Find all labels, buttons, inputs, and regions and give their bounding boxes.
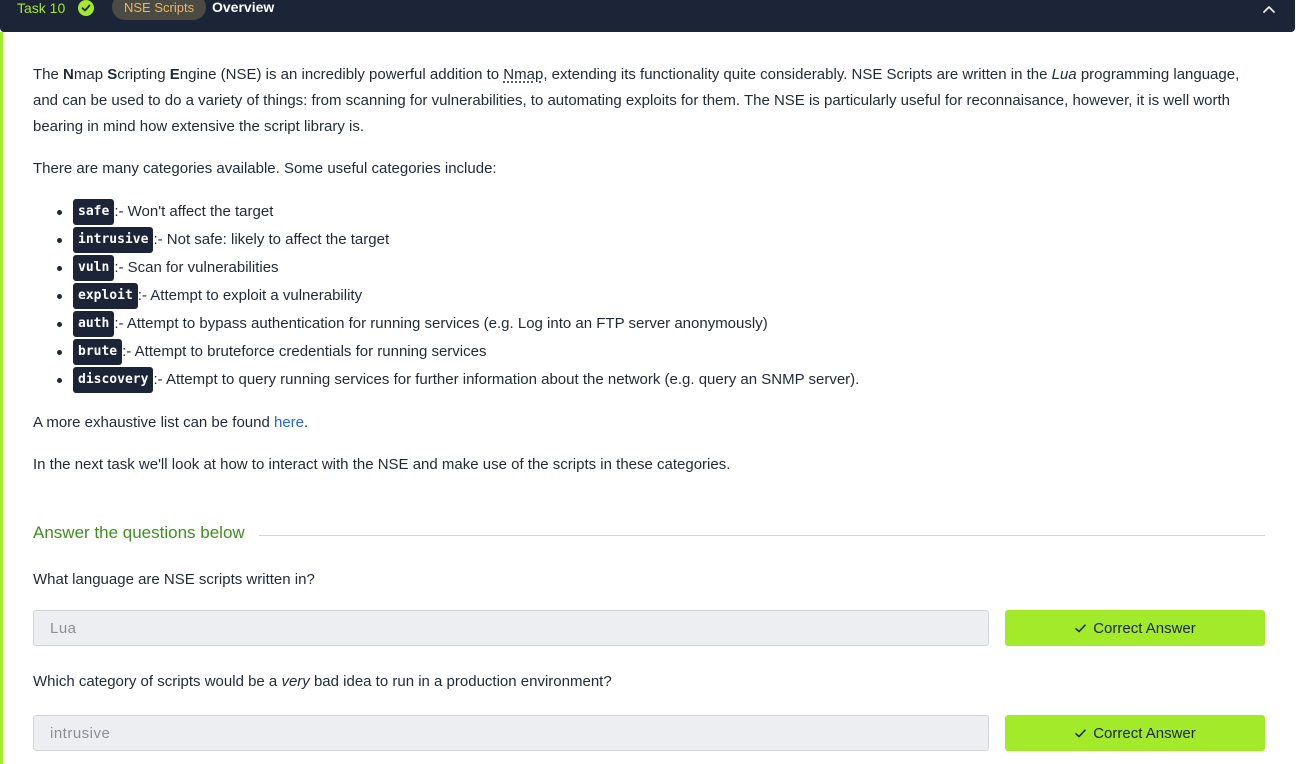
text-segment: A more exhaustive list can be found bbox=[33, 414, 274, 431]
category-code: brute bbox=[73, 339, 123, 365]
list-item: intrusive:- Not safe: likely to affect t… bbox=[33, 226, 1265, 254]
text-segment: map bbox=[73, 66, 108, 83]
answer-2-field[interactable]: intrusive bbox=[33, 715, 989, 751]
category-code: exploit bbox=[73, 283, 138, 309]
text-segment: bad idea to run in a production environm… bbox=[309, 673, 612, 690]
text-segment: ngine (NSE) is an incredibly powerful ad… bbox=[179, 66, 504, 83]
category-desc: :- Attempt to bruteforce credentials for… bbox=[122, 343, 487, 360]
check-icon bbox=[1075, 623, 1086, 632]
check-circle-icon bbox=[78, 0, 94, 16]
button-label: Correct Answer bbox=[1093, 619, 1196, 637]
category-desc: :- Not safe: likely to affect the target bbox=[153, 231, 390, 248]
task-header[interactable]: Task 10 NSE Scripts Overview bbox=[0, 0, 1295, 32]
category-code: intrusive bbox=[73, 227, 154, 253]
task-tag: NSE Scripts bbox=[112, 0, 207, 20]
category-code: safe bbox=[73, 199, 115, 225]
bold-letter: E bbox=[169, 66, 180, 83]
list-item: discovery:- Attempt to query running ser… bbox=[33, 366, 1265, 394]
button-label: Correct Answer bbox=[1093, 724, 1196, 742]
list-item: brute:- Attempt to bruteforce credential… bbox=[33, 338, 1265, 366]
category-list: safe:- Won't affect the target intrusive… bbox=[33, 198, 1265, 394]
category-desc: :- Attempt to query running services for… bbox=[153, 371, 860, 388]
correct-answer-button[interactable]: Correct Answer bbox=[1005, 610, 1265, 646]
text-segment: cripting bbox=[117, 66, 170, 83]
question-2-text: Which category of scripts would be a ver… bbox=[33, 673, 612, 690]
task-label: Task 10 bbox=[17, 0, 66, 16]
category-desc: :- Attempt to exploit a vulnerability bbox=[137, 287, 363, 304]
chevron-up-icon[interactable] bbox=[1262, 1, 1276, 13]
category-code: vuln bbox=[73, 255, 115, 281]
text-segment: . bbox=[304, 414, 309, 431]
more-list-paragraph: A more exhaustive list can be found here… bbox=[33, 410, 1265, 436]
list-item: vuln:- Scan for vulnerabilities bbox=[33, 254, 1265, 282]
question-1-text: What language are NSE scripts written in… bbox=[33, 571, 315, 588]
bold-letter: S bbox=[107, 66, 118, 83]
categories-intro: There are many categories available. Som… bbox=[33, 160, 497, 177]
very-emphasis: very bbox=[281, 673, 310, 690]
lua-emphasis: Lua bbox=[1051, 66, 1077, 83]
task-accent-bar bbox=[0, 32, 3, 764]
category-code: discovery bbox=[73, 367, 154, 393]
text-segment: The bbox=[33, 66, 64, 83]
task-content: The Nmap Scripting Engine (NSE) is an in… bbox=[33, 62, 1265, 478]
text-segment: , extending its functionality quite cons… bbox=[543, 66, 1052, 83]
category-desc: :- Scan for vulnerabilities bbox=[114, 259, 279, 276]
category-desc: :- Attempt to bypass authentication for … bbox=[114, 315, 768, 332]
answer-1-field[interactable]: Lua bbox=[33, 610, 989, 646]
category-desc: :- Won't affect the target bbox=[114, 203, 274, 220]
list-item: exploit:- Attempt to exploit a vulnerabi… bbox=[33, 282, 1265, 310]
bold-letter: N bbox=[63, 66, 74, 83]
correct-answer-button[interactable]: Correct Answer bbox=[1005, 715, 1265, 751]
text-segment: Which category of scripts would be a bbox=[33, 673, 282, 690]
list-item: safe:- Won't affect the target bbox=[33, 198, 1265, 226]
answers-heading: Answer the questions below bbox=[33, 523, 245, 542]
check-icon bbox=[1075, 728, 1086, 737]
here-link[interactable]: here bbox=[274, 414, 304, 431]
list-item: auth:- Attempt to bypass authentication … bbox=[33, 310, 1265, 338]
category-code: auth bbox=[73, 311, 115, 337]
divider bbox=[259, 535, 1265, 536]
task-title: Overview bbox=[212, 0, 275, 15]
next-task-paragraph: In the next task we'll look at how to in… bbox=[33, 456, 731, 473]
nmap-abbreviation[interactable]: Nmap bbox=[503, 66, 543, 83]
intro-paragraph: The Nmap Scripting Engine (NSE) is an in… bbox=[33, 62, 1265, 140]
